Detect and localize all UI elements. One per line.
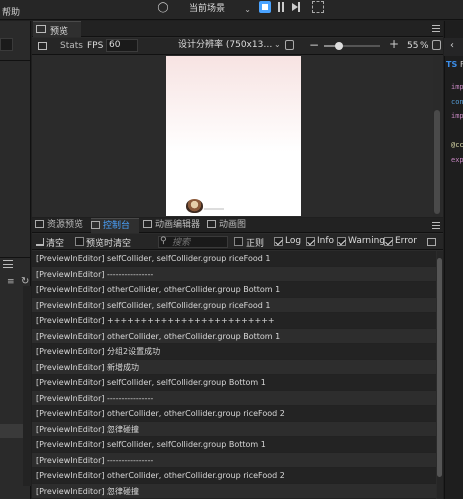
code-line: imp <box>451 112 463 120</box>
tree-row-selected[interactable] <box>0 424 23 438</box>
log-row[interactable]: [PreviewInEditor] ---------------- <box>32 390 436 406</box>
preview-tabbar <box>32 21 443 37</box>
chevron-down-icon: ⌄ <box>274 40 281 49</box>
rotate-device-icon[interactable] <box>285 40 294 50</box>
fit-screen-icon[interactable] <box>432 40 441 50</box>
warning-checkbox[interactable] <box>337 237 346 246</box>
typescript-file-icon: TS <box>446 60 458 69</box>
animation-icon <box>143 220 152 228</box>
scene-select-label: 当前场景 <box>189 4 226 14</box>
menu-icon[interactable] <box>432 222 440 229</box>
menu-help[interactable]: 帮助 <box>2 5 20 18</box>
code-editor-panel <box>444 21 463 499</box>
log-row[interactable]: [PreviewInEditor] 忽律碰撞 <box>32 483 436 499</box>
log-row[interactable]: [PreviewInEditor] otherCollider, otherCo… <box>32 468 436 484</box>
log-row[interactable]: [PreviewInEditor] 忽律碰撞 <box>32 421 436 437</box>
folder-icon <box>35 220 44 228</box>
game-preview-canvas[interactable] <box>166 56 301 216</box>
log-row[interactable]: [PreviewInEditor] ++++++++++++++++++++++… <box>32 313 436 329</box>
stats-button[interactable]: Stats <box>58 40 85 52</box>
chevron-down-icon: ⌄ <box>244 5 251 14</box>
log-row[interactable]: [PreviewInEditor] selfCollider, selfColl… <box>32 375 436 391</box>
fps-label: FPS <box>87 41 104 51</box>
log-row[interactable]: [PreviewInEditor] ---------------- <box>32 452 436 468</box>
canvas-caption <box>204 208 224 210</box>
pause-icon[interactable] <box>276 2 286 12</box>
info-checkbox[interactable] <box>306 237 315 246</box>
scrollbar[interactable] <box>23 286 31 486</box>
graph-icon <box>207 220 216 228</box>
tab-label: 控制台 <box>103 221 131 231</box>
regex-checkbox[interactable] <box>234 237 243 246</box>
clear-on-preview-label: 预览时清空 <box>86 239 132 249</box>
scene-select[interactable]: 当前场景 ⌄ <box>186 2 254 15</box>
export-icon[interactable] <box>427 238 436 246</box>
error-checkbox[interactable] <box>384 237 393 246</box>
divider <box>0 257 31 258</box>
console-log-list: [PreviewInEditor] selfCollider, selfColl… <box>32 251 436 499</box>
zoom-unit: % <box>420 41 429 51</box>
menu-icon[interactable] <box>432 25 440 32</box>
error-label: Error <box>395 236 417 246</box>
tab-assets-preview[interactable]: 资源预览 <box>35 218 87 233</box>
log-row[interactable]: [PreviewInEditor] selfCollider, selfColl… <box>32 297 436 313</box>
log-row[interactable]: [PreviewInEditor] otherCollider, otherCo… <box>32 406 436 422</box>
stop-icon <box>262 4 268 10</box>
stop-button[interactable] <box>259 1 271 13</box>
sort-icon[interactable]: ≡ <box>7 277 15 287</box>
step-forward-icon[interactable] <box>291 2 301 12</box>
info-label: Info <box>317 236 335 246</box>
tab-label: 动画图 <box>219 220 247 230</box>
clear-button[interactable]: 清空 <box>36 236 64 249</box>
log-row[interactable]: [PreviewInEditor] 分组2设置成功 <box>32 344 436 360</box>
tab-animation-graph[interactable]: 动画图 <box>207 218 251 233</box>
log-row[interactable]: [PreviewInEditor] 新增成功 <box>32 359 436 375</box>
search-input[interactable] <box>172 237 226 247</box>
console-icon <box>91 221 100 229</box>
divider <box>0 60 31 61</box>
tab-animation-editor[interactable]: 动画编辑器 <box>143 218 205 233</box>
log-row[interactable]: [PreviewInEditor] otherCollider, otherCo… <box>32 328 436 344</box>
zoom-in-icon[interactable]: + <box>389 37 399 51</box>
left-search-input[interactable] <box>0 38 13 51</box>
layout-icon[interactable] <box>312 1 324 13</box>
menu-icon[interactable] <box>3 260 13 268</box>
monitor-icon <box>36 25 46 33</box>
zoom-value: 55 <box>407 41 419 51</box>
clear-label: 清空 <box>46 239 65 249</box>
log-row[interactable]: [PreviewInEditor] selfCollider, selfColl… <box>32 437 436 453</box>
tab-console[interactable]: 控制台 <box>91 218 139 233</box>
console-scrollbar-thumb[interactable] <box>437 258 442 477</box>
regex-label: 正则 <box>246 239 265 249</box>
log-checkbox[interactable] <box>274 237 283 246</box>
broom-icon <box>36 238 44 246</box>
code-line: exp <box>451 155 463 164</box>
warning-label: Warning <box>348 236 386 246</box>
tab-label: 动画编辑器 <box>155 220 201 230</box>
tab-label: 资源预览 <box>47 220 84 230</box>
clear-on-preview-checkbox[interactable] <box>75 237 84 246</box>
screenshot-icon[interactable] <box>38 42 47 50</box>
log-label: Log <box>285 236 302 246</box>
search-icon: ⚲ <box>160 236 167 246</box>
log-row[interactable]: [PreviewInEditor] otherCollider, otherCo… <box>32 282 436 298</box>
resolution-select[interactable]: 设计分辨率 (750x13… <box>178 39 273 52</box>
zoom-out-icon[interactable]: − <box>309 38 319 52</box>
code-line: @cc <box>451 141 463 149</box>
chevron-left-icon[interactable]: ‹ <box>450 40 454 51</box>
log-row[interactable]: [PreviewInEditor] ---------------- <box>32 266 436 282</box>
rice-bowl-sprite <box>186 199 203 213</box>
preview-scrollbar-thumb[interactable] <box>434 110 440 214</box>
log-row[interactable]: [PreviewInEditor] selfCollider, selfColl… <box>32 251 436 267</box>
droplet-icon[interactable]: ◯ <box>156 2 170 16</box>
code-line: imp <box>451 83 463 91</box>
tab-preview-label: 预览 <box>50 27 69 37</box>
fps-input[interactable]: 60 <box>106 39 138 52</box>
code-line: con <box>451 97 463 106</box>
